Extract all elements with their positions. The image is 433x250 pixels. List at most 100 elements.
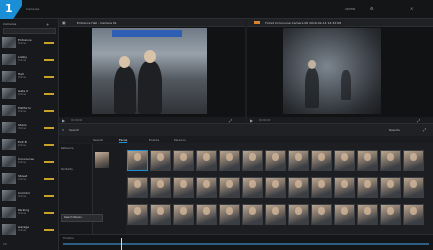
video-frame[interactable]	[283, 28, 381, 114]
face-thumbnail[interactable]	[150, 150, 171, 171]
tab-events[interactable]: Events	[149, 138, 159, 142]
camera-item[interactable]: Street Online	[2, 172, 56, 187]
camera-item[interactable]: Platform Online	[2, 104, 56, 119]
face-thumbnail[interactable]	[334, 150, 355, 171]
camera-item[interactable]: Exit B Online	[2, 138, 56, 153]
camera-activity-bar	[44, 161, 54, 163]
face-thumbnail[interactable]	[242, 177, 263, 198]
filter-label: Reference	[61, 147, 74, 150]
face-thumbnail[interactable]	[173, 204, 194, 225]
face-thumbnail[interactable]	[288, 204, 309, 225]
face-thumbnail[interactable]	[403, 204, 424, 225]
camera-status: Online	[18, 93, 27, 96]
face-thumbnail[interactable]	[150, 204, 171, 225]
face-thumbnail[interactable]	[173, 177, 194, 198]
tab-search[interactable]: Search	[93, 138, 103, 142]
camera-count: 12	[3, 242, 7, 246]
face-thumbnail[interactable]	[311, 204, 332, 225]
camera-item[interactable]: Corridor Online	[2, 189, 56, 204]
reference-face-thumbnail[interactable]	[95, 152, 109, 168]
face-thumbnail[interactable]	[380, 150, 401, 171]
timeline[interactable]: Timeline	[59, 234, 433, 250]
video-frame[interactable]	[92, 28, 207, 114]
camera-item[interactable]: Stairs Online	[2, 121, 56, 136]
camera-activity-bar	[44, 93, 54, 95]
face-thumbnail[interactable]	[173, 150, 194, 171]
face-thumbnail[interactable]	[288, 150, 309, 171]
face-thumbnail[interactable]	[265, 150, 286, 171]
camera-item[interactable]: Hall Online	[2, 70, 56, 85]
camera-search-input[interactable]	[3, 28, 56, 34]
camera-item[interactable]: Parking Online	[2, 206, 56, 221]
camera-activity-bar	[44, 59, 54, 61]
search-toolbar: ⌕ Search Results ⤢	[59, 123, 433, 137]
camera-thumbnail	[2, 71, 16, 82]
video-viewer-right[interactable]: Ticket Concourse Camera 06 2019-02-14 14…	[247, 19, 433, 123]
face-thumbnail[interactable]	[311, 177, 332, 198]
face-thumbnail[interactable]	[334, 204, 355, 225]
face-thumbnail[interactable]	[334, 177, 355, 198]
search-person-tooltip[interactable]: Search Person	[61, 214, 103, 222]
face-thumbnail[interactable]	[380, 204, 401, 225]
camera-status: Online	[18, 144, 27, 147]
face-thumbnail[interactable]	[150, 177, 171, 198]
camera-thumbnail	[2, 173, 16, 184]
face-thumbnail[interactable]	[288, 177, 309, 198]
close-icon[interactable]: ×	[410, 6, 413, 11]
record-indicator	[254, 21, 260, 24]
face-results-grid	[127, 150, 433, 232]
face-thumbnail[interactable]	[196, 150, 217, 171]
search-icon[interactable]: ⌕	[62, 127, 64, 132]
face-thumbnail[interactable]	[265, 204, 286, 225]
camera-activity-bar	[44, 229, 54, 231]
camera-activity-bar	[44, 212, 54, 214]
camera-item[interactable]: Concourse Online	[2, 155, 56, 170]
plus-icon[interactable]: +	[46, 22, 49, 27]
camera-thumbnail	[2, 88, 16, 99]
face-thumbnail[interactable]	[219, 204, 240, 225]
face-thumbnail[interactable]	[357, 177, 378, 198]
camera-item[interactable]: Entrance Online	[2, 36, 56, 51]
face-thumbnail[interactable]	[127, 150, 148, 171]
tab-persons[interactable]: Persons	[174, 138, 186, 142]
user-label[interactable]: ADMIN	[345, 7, 355, 11]
face-thumbnail[interactable]	[357, 150, 378, 171]
face-thumbnail[interactable]	[403, 150, 424, 171]
face-thumbnail[interactable]	[403, 177, 424, 198]
camera-activity-bar	[44, 195, 54, 197]
person-figure	[341, 70, 351, 100]
face-thumbnail[interactable]	[127, 177, 148, 198]
camera-item[interactable]: Gate 2 Online	[2, 87, 56, 102]
timeline-track[interactable]	[63, 243, 429, 245]
camera-thumbnail	[2, 224, 16, 235]
tab-faces[interactable]: Faces	[119, 138, 128, 143]
expand-icon[interactable]: ⤢	[423, 127, 426, 132]
face-thumbnail[interactable]	[265, 177, 286, 198]
face-thumbnail[interactable]	[196, 177, 217, 198]
face-thumbnail[interactable]	[380, 177, 401, 198]
person-figure	[114, 66, 136, 114]
camera-activity-bar	[44, 178, 54, 180]
face-thumbnail[interactable]	[242, 150, 263, 171]
timeline-playhead[interactable]	[121, 238, 122, 250]
camera-item[interactable]: Garage Online	[2, 223, 56, 238]
face-thumbnail[interactable]	[219, 150, 240, 171]
face-thumbnail[interactable]	[357, 204, 378, 225]
settings-icon[interactable]: ⚙	[370, 6, 374, 11]
viewer-header: ▣ Entrance Hall - Camera 01	[59, 19, 245, 27]
camera-activity-bar	[44, 144, 54, 146]
fullscreen-icon[interactable]: ⤢	[229, 118, 232, 123]
face-thumbnail[interactable]	[127, 204, 148, 225]
fullscreen-icon[interactable]: ⤢	[417, 118, 420, 123]
face-thumbnail[interactable]	[196, 204, 217, 225]
camera-thumbnail	[2, 54, 16, 65]
face-thumbnail[interactable]	[242, 204, 263, 225]
video-viewer-left[interactable]: ▣ Entrance Hall - Camera 01 ▶ 00:00:00 ⤢	[59, 19, 245, 123]
camera-status: Online	[18, 127, 27, 130]
camera-item[interactable]: Lobby Online	[2, 53, 56, 68]
play-icon[interactable]: ▶	[250, 118, 253, 123]
person-figure	[305, 68, 319, 108]
face-thumbnail[interactable]	[311, 150, 332, 171]
play-icon[interactable]: ▶	[62, 118, 65, 123]
face-thumbnail[interactable]	[219, 177, 240, 198]
